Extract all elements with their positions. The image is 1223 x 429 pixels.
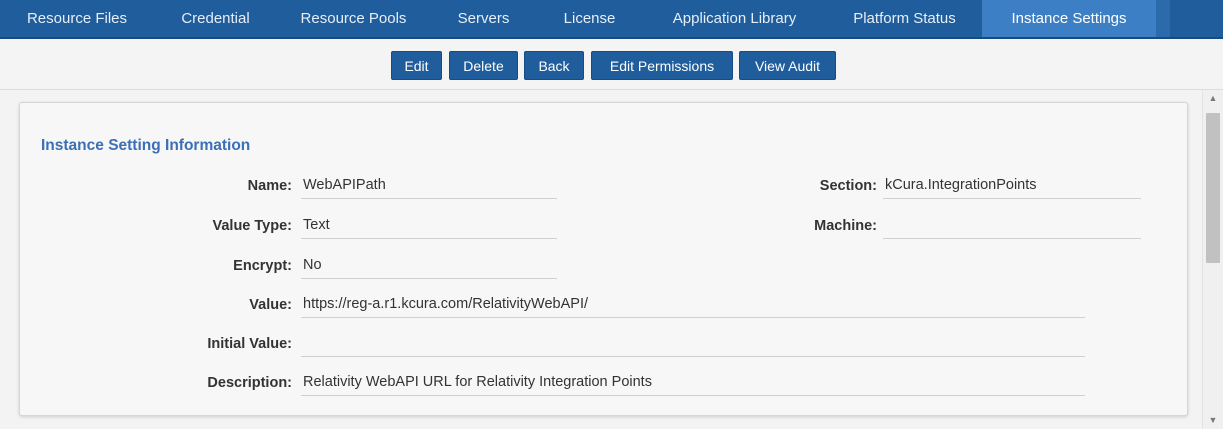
value-label: Value:	[249, 297, 292, 313]
scroll-up-icon[interactable]: ▲	[1203, 90, 1223, 107]
view-audit-button[interactable]: View Audit	[739, 51, 836, 80]
tab-bar-edge	[1156, 0, 1170, 37]
tab-credential[interactable]: Credential	[154, 0, 277, 37]
name-value: WebAPIPath	[301, 172, 557, 199]
vertical-scrollbar[interactable]: ▲ ▼	[1202, 90, 1223, 429]
tab-application-library[interactable]: Application Library	[642, 0, 827, 37]
section-value: kCura.IntegrationPoints	[883, 172, 1141, 199]
edit-button[interactable]: Edit	[391, 51, 442, 80]
description-value: Relativity WebAPI URL for Relativity Int…	[301, 369, 1085, 396]
delete-button[interactable]: Delete	[449, 51, 518, 80]
name-label: Name:	[247, 178, 292, 194]
back-button[interactable]: Back	[524, 51, 584, 80]
encrypt-value: No	[301, 252, 557, 279]
value-type-label: Value Type:	[212, 218, 292, 234]
edit-permissions-button[interactable]: Edit Permissions	[591, 51, 733, 80]
machine-label: Machine:	[814, 218, 877, 234]
tab-servers[interactable]: Servers	[430, 0, 537, 37]
machine-value	[883, 212, 1141, 239]
tab-resource-pools[interactable]: Resource Pools	[277, 0, 430, 37]
instance-setting-panel: Instance Setting Information Name: WebAP…	[19, 102, 1188, 416]
tab-resource-files[interactable]: Resource Files	[0, 0, 154, 37]
tab-platform-status[interactable]: Platform Status	[827, 0, 982, 37]
description-label: Description:	[207, 375, 292, 391]
initial-value-label: Initial Value:	[207, 336, 292, 352]
tab-license[interactable]: License	[537, 0, 642, 37]
section-label: Section:	[819, 178, 877, 194]
panel-title: Instance Setting Information	[41, 137, 251, 154]
tab-instance-settings[interactable]: Instance Settings	[982, 0, 1156, 37]
scroll-thumb[interactable]	[1206, 113, 1220, 263]
value-value: https://reg-a.r1.kcura.com/RelativityWeb…	[301, 291, 1085, 318]
encrypt-label: Encrypt:	[233, 258, 292, 274]
action-toolbar: Edit Delete Back Edit Permissions View A…	[0, 39, 1223, 90]
content-area: Instance Setting Information Name: WebAP…	[0, 90, 1223, 429]
initial-value-value	[301, 330, 1085, 357]
value-type-value: Text	[301, 212, 557, 239]
scroll-down-icon[interactable]: ▼	[1203, 412, 1223, 429]
tab-bar: Resource Files Credential Resource Pools…	[0, 0, 1223, 39]
